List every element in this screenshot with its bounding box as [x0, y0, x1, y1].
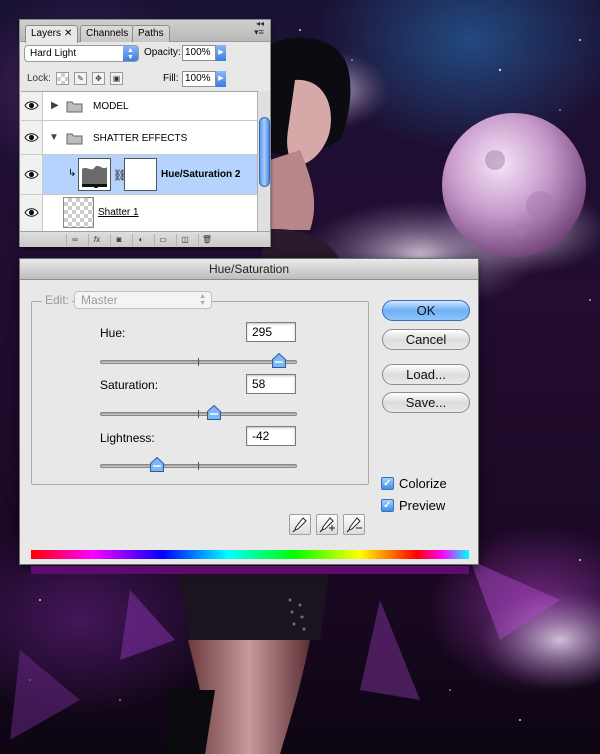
edit-label: Edit: [42, 293, 73, 307]
lightness-slider-center-tick [198, 462, 199, 470]
layer-row-shatter-effects[interactable]: ▼ SHATTER EFFECTS [21, 121, 257, 155]
lock-image-brush-icon[interactable]: ✎ [74, 72, 87, 85]
preview-checkbox[interactable]: ✓ [381, 499, 394, 512]
tab-channels-label: Channels [86, 28, 129, 39]
lightness-label: Lightness: [100, 431, 155, 445]
lock-position-move-icon[interactable]: ✥ [92, 72, 105, 85]
hue-saturation-dialog: Hue/Saturation Edit: Master ▲ ▼ Hue: 295 … [19, 258, 479, 574]
folder-icon [66, 101, 83, 113]
result-color-bar [31, 566, 469, 574]
eye-icon [24, 133, 39, 142]
layer-name: MODEL [93, 101, 129, 112]
eyedropper-icon [292, 517, 307, 533]
panel-tab-bar: Layers ✕ Channels Paths ◂◂ ▾≡ [20, 19, 270, 43]
visibility-toggle[interactable] [21, 195, 43, 231]
histogram-icon [79, 159, 110, 190]
tab-paths-label: Paths [138, 28, 164, 39]
eye-icon [24, 101, 39, 110]
mask-icon[interactable]: ◙ [110, 234, 127, 246]
saturation-slider-center-tick [198, 410, 199, 418]
saturation-slider-knob[interactable] [207, 405, 222, 420]
eyedropper-plus-icon [319, 517, 335, 533]
scrollbar-thumb[interactable] [259, 117, 270, 187]
close-tab-icon[interactable]: ✕ [64, 28, 72, 39]
visibility-toggle[interactable] [21, 121, 43, 154]
hue-field[interactable]: 295 [246, 322, 296, 342]
preview-label: Preview [399, 498, 446, 513]
layer-mask-thumbnail[interactable] [124, 158, 157, 191]
fill-label: Fill: [163, 73, 179, 84]
folder-icon [66, 133, 83, 145]
opacity-slider-arrow-icon[interactable]: ▶ [216, 45, 226, 61]
layers-scrollbar[interactable] [257, 91, 270, 231]
hue-label: Hue: [100, 326, 126, 340]
layer-row-shatter-1[interactable]: Shatter 1 [21, 195, 257, 231]
eye-icon [24, 170, 39, 179]
saturation-field[interactable]: 58 [246, 374, 296, 394]
trash-icon[interactable]: 🗑 [198, 234, 215, 246]
dialog-body: Edit: Master ▲ ▼ Hue: 295 Saturation: 58 … [20, 280, 478, 574]
layer-list: ▶ MODEL ▼ SHATTER EFFECTS ↳ ⛓ Hue/Satura… [21, 91, 257, 231]
group-icon[interactable]: ▭ [154, 234, 171, 246]
visibility-toggle[interactable] [21, 92, 43, 120]
load-button[interactable]: Load... [382, 364, 470, 385]
adjustment-icon[interactable]: ◐ [132, 234, 149, 246]
tab-paths[interactable]: Paths [132, 25, 170, 42]
lock-all-padlock-icon[interactable]: ▣ [110, 72, 123, 85]
adjustment-thumbnail[interactable] [78, 158, 111, 191]
input-spectrum-bar [31, 550, 469, 559]
clipping-arrow-icon: ↳ [68, 168, 77, 179]
save-button[interactable]: Save... [382, 392, 470, 413]
edit-channel-value: Master [81, 293, 118, 307]
tab-channels[interactable]: Channels [80, 25, 135, 42]
tab-layers-label: Layers [31, 28, 62, 39]
cancel-button[interactable]: Cancel [382, 329, 470, 350]
select-arrows-icon: ▲ ▼ [199, 293, 206, 307]
lock-label: Lock: [27, 73, 51, 84]
lightness-field[interactable]: -42 [246, 426, 296, 446]
edit-channel-select[interactable]: Master ▲ ▼ [74, 291, 212, 309]
new-layer-icon[interactable]: ◫ [176, 234, 193, 246]
layers-panel: Layers ✕ Channels Paths ◂◂ ▾≡ Hard Light … [19, 19, 271, 247]
adjustment-group [31, 301, 369, 485]
colorize-label: Colorize [399, 476, 447, 491]
subtract-from-sample-button[interactable] [343, 514, 365, 535]
lightness-slider-knob[interactable] [150, 457, 165, 472]
add-to-sample-button[interactable] [316, 514, 338, 535]
panel-menu-icon[interactable]: ▾≡ [252, 25, 266, 39]
opacity-field[interactable]: 100% [182, 45, 216, 61]
visibility-toggle[interactable] [21, 155, 43, 194]
link-icon[interactable]: ∞ [66, 234, 83, 246]
lock-transparency-icon[interactable] [56, 72, 69, 85]
expand-triangle-icon[interactable]: ▶ [51, 100, 59, 111]
layer-row-model[interactable]: ▶ MODEL [21, 92, 257, 121]
hue-slider-center-tick [198, 358, 199, 366]
collapse-triangle-icon[interactable]: ▼ [49, 132, 59, 143]
layer-row-hue-saturation-2[interactable]: ↳ ⛓ Hue/Saturation 2 [21, 155, 257, 195]
dialog-title: Hue/Saturation [20, 259, 478, 280]
fill-field[interactable]: 100% [182, 71, 216, 87]
eyedropper-tool-button[interactable] [289, 514, 311, 535]
opacity-label: Opacity: [144, 47, 181, 58]
eye-icon [24, 208, 39, 217]
tab-layers[interactable]: Layers ✕ [25, 25, 79, 43]
eyedropper-minus-icon [346, 517, 362, 533]
panel-footer: ∞ fx ◙ ◐ ▭ ◫ 🗑 [20, 231, 270, 247]
colorize-checkbox[interactable]: ✓ [381, 477, 394, 490]
select-arrows-icon: ▲ ▼ [123, 46, 138, 61]
blend-mode-select[interactable]: Hard Light ▲ ▼ [24, 45, 139, 62]
layer-name: SHATTER EFFECTS [93, 133, 188, 144]
ok-button[interactable]: OK [382, 300, 470, 321]
layer-name: Hue/Saturation 2 [161, 169, 241, 180]
fill-slider-arrow-icon[interactable]: ▶ [216, 71, 226, 87]
saturation-label: Saturation: [100, 378, 159, 392]
layer-name: Shatter 1 [98, 207, 139, 218]
fx-icon[interactable]: fx [88, 234, 105, 246]
blend-mode-value: Hard Light [30, 48, 77, 59]
layer-thumbnail[interactable] [63, 197, 94, 228]
hue-slider-knob[interactable] [272, 353, 287, 368]
